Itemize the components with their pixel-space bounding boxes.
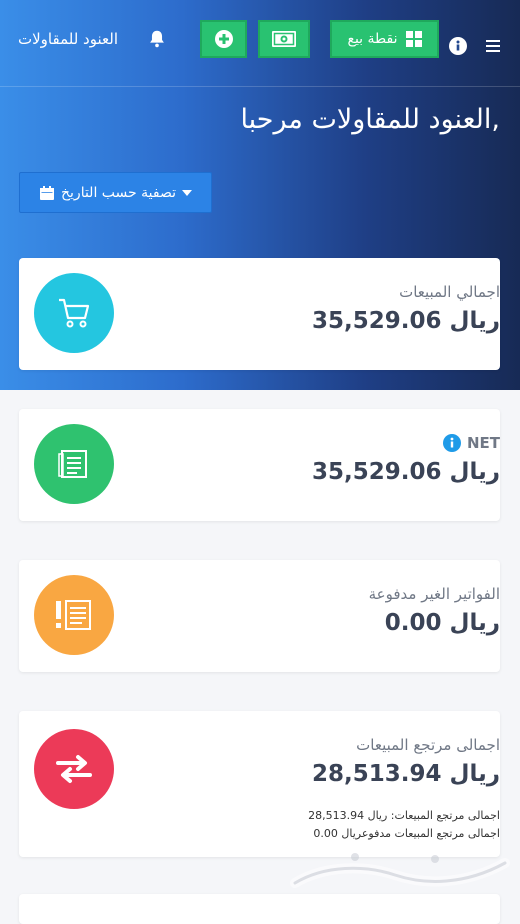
- cash-button[interactable]: [258, 20, 310, 58]
- bell-icon[interactable]: [146, 28, 168, 50]
- menu-icon[interactable]: [486, 40, 500, 52]
- top-navbar: العنود للمقاولات نقطة بيع: [0, 0, 520, 87]
- net-card: NET ريال 35,529.06: [19, 409, 500, 521]
- card-value: ريال 35,529.06: [312, 459, 500, 485]
- sales-returns-card: اجمالى مرتجع المبيعات ريال 28,513.94 اجم…: [19, 711, 500, 857]
- money-icon: [272, 31, 296, 47]
- date-filter-button[interactable]: تصفية حسب التاريخ: [19, 172, 212, 213]
- cart-icon: [59, 298, 90, 328]
- total-sales-card: اجمالي المبيعات ريال 35,529.06: [19, 258, 500, 370]
- company-name: العنود للمقاولات: [18, 30, 118, 48]
- calendar-icon: [40, 185, 54, 200]
- exchange-arrows-icon: [56, 755, 92, 783]
- total-sales-icon-circle: [34, 273, 114, 353]
- point-of-sale-label: نقطة بيع: [347, 31, 398, 47]
- welcome-heading: ,العنود للمقاولات مرحبا: [240, 104, 500, 135]
- returns-paid-line: اجمالى مرتجع المبيعات مدفوعريال 0.00: [313, 827, 500, 840]
- unpaid-invoice-icon: [56, 600, 91, 630]
- add-button[interactable]: [200, 20, 247, 58]
- next-card-partial: [19, 894, 500, 924]
- returns-icon-circle: [34, 729, 114, 809]
- watermark-logo: [290, 853, 510, 888]
- card-value: ريال 35,529.06: [312, 308, 500, 334]
- point-of-sale-button[interactable]: نقطة بيع: [330, 20, 439, 58]
- card-label: NET: [466, 434, 500, 452]
- info-icon[interactable]: [442, 434, 461, 452]
- net-icon-circle: [34, 424, 114, 504]
- unpaid-invoices-card: الفواتير الغير مدفوعة ريال 0.00: [19, 560, 500, 672]
- card-label: اجمالي المبيعات: [399, 283, 500, 301]
- card-label: الفواتير الغير مدفوعة: [368, 585, 500, 603]
- card-value: ريال 28,513.94: [312, 761, 500, 787]
- returns-total-line: اجمالى مرتجع المبيعات: ريال 28,513.94: [308, 809, 500, 822]
- grid-icon: [405, 31, 422, 47]
- date-filter-label: تصفية حسب التاريخ: [61, 184, 176, 201]
- unpaid-icon-circle: [34, 575, 114, 655]
- invoice-list-icon: [58, 450, 87, 478]
- plus-circle-icon: [214, 30, 233, 48]
- info-icon[interactable]: [449, 37, 467, 55]
- card-value: ريال 0.00: [384, 610, 500, 636]
- caret-down-icon: [181, 189, 192, 196]
- card-label: اجمالى مرتجع المبيعات: [356, 736, 500, 754]
- card-label-row: NET: [442, 434, 500, 452]
